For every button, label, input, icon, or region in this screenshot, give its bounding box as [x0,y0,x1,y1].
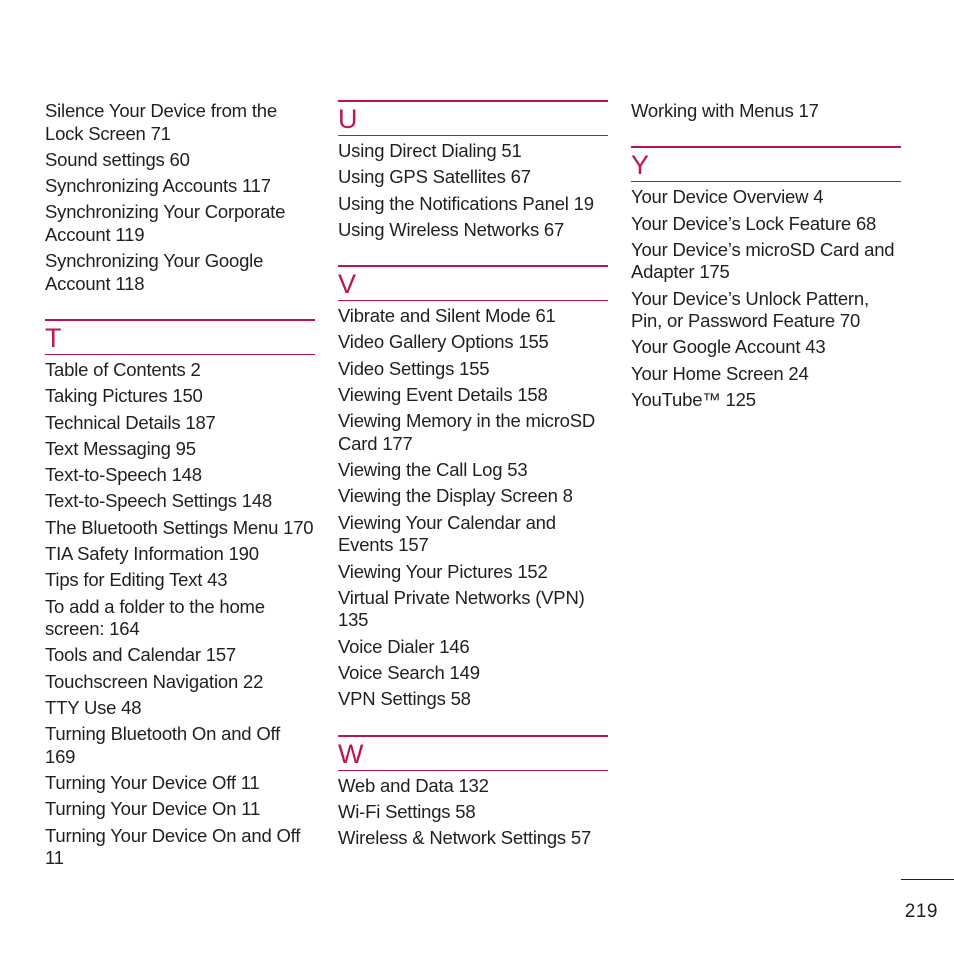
index-entry: Using the Notifications Panel 19 [338,192,594,214]
index-entry: YouTube™ 125 [631,389,756,411]
index-entry: Working with Menus 17 [631,100,819,121]
index-entry: Synchronizing Your Corporate Account 119 [45,201,286,245]
page-number: 219 [904,901,938,922]
index-entry: Taking Pictures 150 [45,385,203,407]
index-entry: Turning Bluetooth On and Off 169 [45,723,281,767]
index-column-3: Working with Menus 17 Y Your Device Overvi… [631,100,901,415]
index-entry: The Bluetooth Settings Menu 170 [45,516,314,538]
index-entry: Using Direct Dialing 51 [338,140,522,161]
index-entry: Viewing the Display Screen 8 [338,485,573,507]
index-entry: Text-to-Speech Settings 148 [45,490,273,512]
section-header: U [338,100,608,136]
index-entry: Viewing Your Calendar and Events 157 [338,511,556,556]
index-column-2: U Using Direct Dialing 51 Using GPS Satell… [338,100,608,853]
index-section-t: T Table of Contents 2 Taking Pictures 150 T… [45,299,315,870]
index-entry: Web and Data 132 [338,774,489,796]
index-entry: Tools and Calendar 157 [45,644,237,666]
index-entry: Your Device’s Lock Feature 68 [631,212,877,234]
index-entry: Text-to-Speech 148 [45,464,202,486]
index-entry: Vibrate and Silent Mode 61 [338,305,556,327]
section-header: V [338,265,608,302]
index-section-y: Y Your Device Overview 4 Your Device’s Loc… [631,126,901,411]
index-entry: Virtual Private Networks (VPN) 135 [338,586,585,631]
index-entry: Voice Dialer 146 [338,635,470,657]
index-entry: Table of Contents 2 [45,358,201,380]
page-number-rule [901,879,954,880]
index-entry: Touchscreen Navigation 22 [45,670,264,692]
index-entry: Video Gallery Options 155 [338,331,549,353]
index-entry: Turning Your Device Off 11 [45,772,260,794]
section-letter: Y [631,150,650,181]
index-entry: Sound settings 60 [45,148,190,170]
index-entry: TIA Safety Information 190 [45,543,259,565]
index-entry: Using GPS Satellites 67 [338,166,531,188]
index-entry: To add a folder to the home screen: 164 [45,595,265,640]
section-letter: W [338,738,364,769]
index-section-v: V Vibrate and Silent Mode 61 Video Gallery… [338,245,608,711]
index-entry: Viewing Event Details 158 [338,384,548,406]
index-entry: Viewing the Call Log 53 [338,459,528,481]
index-entry: Your Device Overview 4 [631,186,824,208]
index-entry: Synchronizing Accounts 117 [45,175,271,197]
index-entry: Silence Your Device from the Lock Screen… [45,100,277,144]
index-entry: Your Device’s Unlock Pattern, Pin, or Pa… [631,287,869,332]
index-column-1: Silence Your Device from the Lock Screen… [45,100,315,874]
index-entry: Your Google Account 43 [631,336,826,358]
index-entry: Technical Details 187 [45,411,216,433]
index-entry: Turning Your Device On and Off 11 [45,824,301,869]
section-header: Y [631,146,901,183]
index-entry: Voice Search 149 [338,661,480,683]
index-entry: Your Device’s microSD Card and Adapter 1… [631,238,895,283]
index-entry: Wireless & Network Settings 57 [338,827,592,849]
index-section-w: W Web and Data 132 Wi-Fi Settings 58 Wirele… [338,715,608,850]
section-letter: V [338,269,357,300]
section-header: W [338,734,608,771]
section-letter: U [338,104,358,134]
section-letter: T [45,322,62,353]
index-entry: Your Home Screen 24 [631,362,809,384]
index-entry: Tips for Editing Text 43 [45,569,228,591]
index-entry: TTY Use 48 [45,697,142,719]
index-entry: Wi-Fi Settings 58 [338,800,476,822]
section-header: T [45,318,315,355]
index-entry: Viewing Memory in the microSD Card 177 [338,410,596,454]
index-entry: Synchronizing Your Google Account 118 [45,250,264,294]
index-entry: VPN Settings 58 [338,688,471,710]
index-entry: Using Wireless Networks 67 [338,218,565,240]
index-entry: Turning Your Device On 11 [45,798,261,820]
index-entry: Text Messaging 95 [45,437,196,459]
index-section-u: U Using Direct Dialing 51 Using GPS Satell… [338,100,608,241]
index-entry: Viewing Your Pictures 152 [338,560,548,582]
index-entry: Video Settings 155 [338,357,490,379]
